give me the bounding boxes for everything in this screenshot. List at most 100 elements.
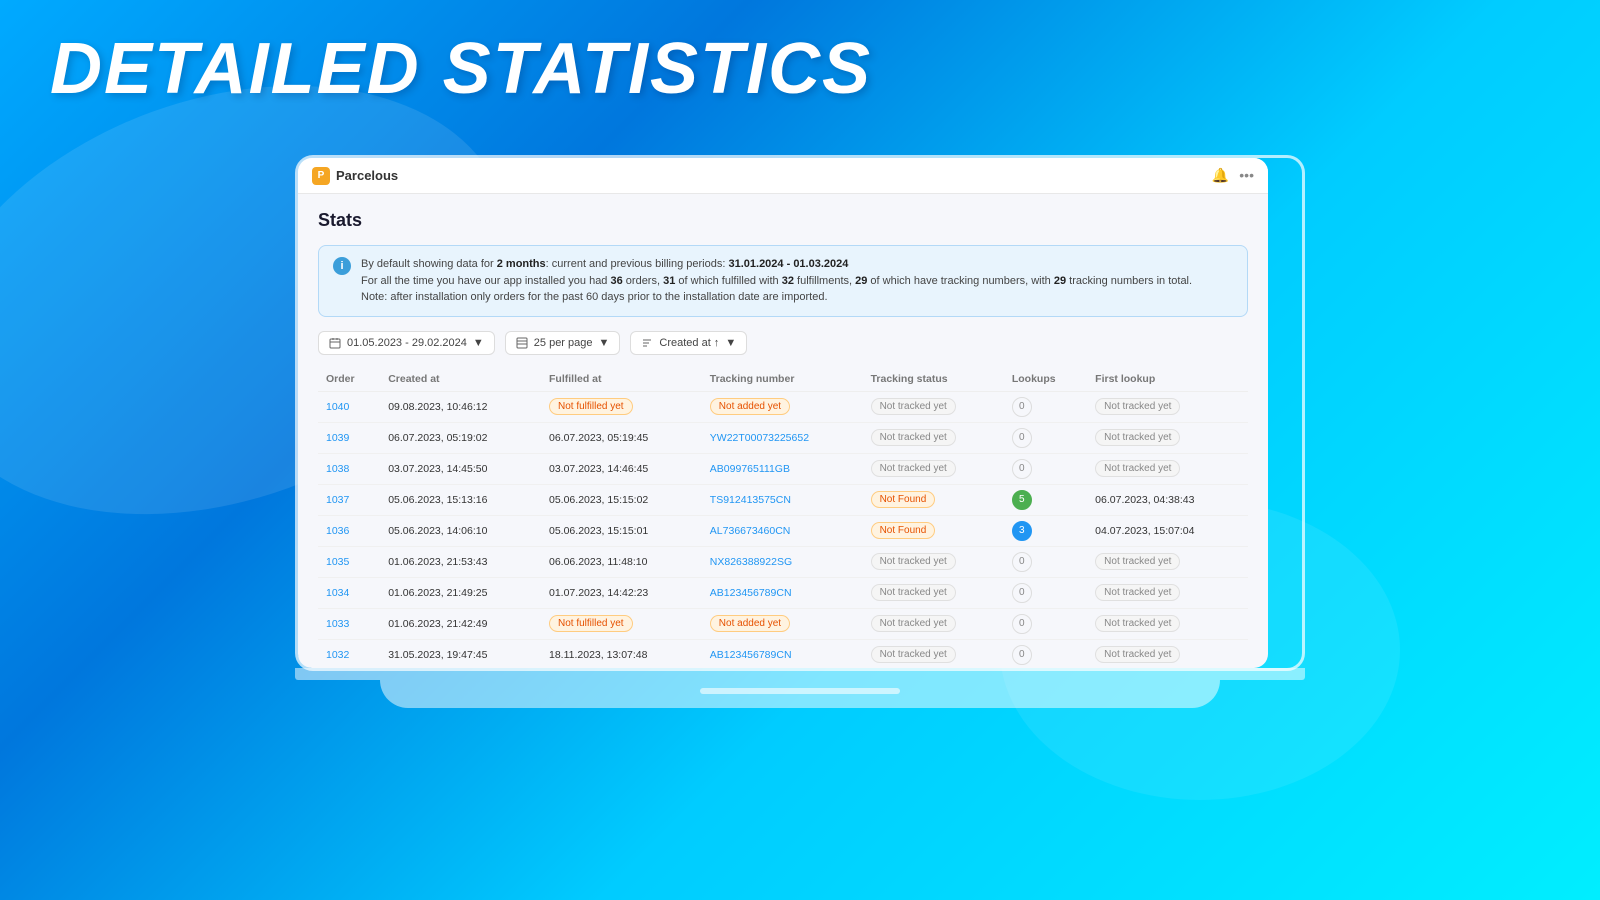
first-lookup-badge: Not tracked yet: [1095, 646, 1180, 663]
cell-tracking: YW22T00073225652: [702, 422, 863, 453]
order-link[interactable]: 1034: [326, 587, 349, 599]
cell-fulfilled: Not fulfilled yet: [541, 391, 702, 422]
cell-fulfilled: Not fulfilled yet: [541, 608, 702, 639]
cell-created: 05.06.2023, 15:13:16: [380, 484, 541, 515]
cell-tracking: AB099765111GB: [702, 453, 863, 484]
per-page-filter[interactable]: 25 per page ▼: [505, 331, 621, 355]
cell-order: 1040: [318, 391, 380, 422]
data-table: Order Created at Fulfilled at Tracking n…: [318, 367, 1248, 669]
order-link[interactable]: 1035: [326, 556, 349, 568]
cell-created: 03.07.2023, 14:45:50: [380, 453, 541, 484]
lookup-count: 0: [1012, 428, 1032, 448]
cell-lookups: 0: [1004, 546, 1087, 577]
bell-icon[interactable]: 🔔: [1212, 167, 1229, 184]
cell-order: 1032: [318, 639, 380, 668]
logo-icon: P: [312, 167, 330, 185]
order-link[interactable]: 1032: [326, 649, 349, 661]
cell-first-lookup: Not tracked yet: [1087, 608, 1248, 639]
lookup-count: 0: [1012, 397, 1032, 417]
fulfilled-badge: Not fulfilled yet: [549, 398, 633, 415]
table-row: 103906.07.2023, 05:19:0206.07.2023, 05:1…: [318, 422, 1248, 453]
order-link[interactable]: 1036: [326, 525, 349, 537]
page-title: DETAILED STATISTICS: [50, 28, 872, 110]
cell-order: 1038: [318, 453, 380, 484]
info-date-range: 31.01.2024 - 01.03.2024: [728, 258, 848, 270]
cell-status: Not tracked yet: [863, 422, 1004, 453]
cell-lookups: 0: [1004, 453, 1087, 484]
lookup-count: 0: [1012, 552, 1032, 572]
lookup-count: 0: [1012, 645, 1032, 665]
screen-frame: P Parcelous 🔔 ••• Stats i: [295, 155, 1305, 671]
cell-status: Not tracked yet: [863, 577, 1004, 608]
order-link[interactable]: 1038: [326, 463, 349, 475]
cell-first-lookup: Not tracked yet: [1087, 546, 1248, 577]
cell-first-lookup: Not tracked yet: [1087, 391, 1248, 422]
tracking-badge: Not added yet: [710, 615, 790, 632]
tracking-link[interactable]: AL736673460CN: [710, 525, 791, 537]
table-container[interactable]: Order Created at Fulfilled at Tracking n…: [318, 367, 1248, 669]
cell-status: Not Found: [863, 515, 1004, 546]
topbar-icons: 🔔 •••: [1212, 167, 1254, 184]
calendar-icon: [329, 337, 341, 349]
more-icon[interactable]: •••: [1239, 167, 1254, 184]
info-31: 31: [663, 275, 675, 287]
laptop-stand: [380, 680, 1220, 708]
cell-lookups: 0: [1004, 577, 1087, 608]
cell-tracking: AB123456789CN: [702, 577, 863, 608]
cell-status: Not tracked yet: [863, 546, 1004, 577]
info-2months: 2 months: [497, 258, 546, 270]
cell-tracking: Not added yet: [702, 608, 863, 639]
info-icon: i: [333, 257, 351, 275]
col-created: Created at: [380, 367, 541, 392]
sort-filter[interactable]: Created at ↑ ▼: [630, 331, 747, 355]
tracking-link[interactable]: AB099765111GB: [710, 463, 790, 475]
first-lookup-badge: Not tracked yet: [1095, 584, 1180, 601]
info-32: 32: [782, 275, 794, 287]
stats-page-title: Stats: [318, 210, 1248, 231]
order-link[interactable]: 1033: [326, 618, 349, 630]
info-line3: Note: after installation only orders for…: [361, 291, 828, 303]
first-lookup-badge: Not tracked yet: [1095, 429, 1180, 446]
table-row: 103401.06.2023, 21:49:2501.07.2023, 14:4…: [318, 577, 1248, 608]
cell-fulfilled: 03.07.2023, 14:46:45: [541, 453, 702, 484]
info-line2-prefix: For all the time you have our app instal…: [361, 275, 610, 287]
sort-value: Created at ↑: [659, 337, 719, 349]
cell-fulfilled: 05.06.2023, 15:15:01: [541, 515, 702, 546]
tracking-link[interactable]: YW22T00073225652: [710, 432, 809, 444]
cell-first-lookup: Not tracked yet: [1087, 639, 1248, 668]
lookup-count: 3: [1012, 521, 1032, 541]
order-link[interactable]: 1040: [326, 401, 349, 413]
app-container: P Parcelous 🔔 ••• Stats i: [298, 158, 1268, 668]
app-topbar: P Parcelous 🔔 •••: [298, 158, 1268, 194]
status-badge: Not tracked yet: [871, 460, 956, 477]
status-badge: Not tracked yet: [871, 615, 956, 632]
tracking-link[interactable]: NX826388922SG: [710, 556, 792, 568]
app-logo-text: Parcelous: [336, 168, 398, 183]
per-page-chevron: ▼: [599, 337, 610, 349]
cell-fulfilled: 06.06.2023, 11:48:10: [541, 546, 702, 577]
tracking-link[interactable]: TS912413575CN: [710, 494, 791, 506]
order-link[interactable]: 1037: [326, 494, 349, 506]
cell-created: 31.05.2023, 19:47:45: [380, 639, 541, 668]
info-banner-text: By default showing data for 2 months: cu…: [361, 256, 1192, 306]
cell-fulfilled: 05.06.2023, 15:15:02: [541, 484, 702, 515]
date-range-filter[interactable]: 01.05.2023 - 29.02.2024 ▼: [318, 331, 495, 355]
cell-fulfilled: 01.07.2023, 14:42:23: [541, 577, 702, 608]
status-badge: Not tracked yet: [871, 584, 956, 601]
lookup-count: 0: [1012, 583, 1032, 603]
tracking-link[interactable]: AB123456789CN: [710, 587, 792, 599]
status-badge: Not tracked yet: [871, 553, 956, 570]
cell-lookups: 3: [1004, 515, 1087, 546]
info-banner: i By default showing data for 2 months: …: [318, 245, 1248, 317]
tracking-link[interactable]: AB123456789CN: [710, 649, 792, 661]
col-tracking: Tracking number: [702, 367, 863, 392]
first-lookup-badge: Not tracked yet: [1095, 460, 1180, 477]
laptop-frame: P Parcelous 🔔 ••• Stats i: [295, 155, 1305, 708]
cell-status: Not tracked yet: [863, 608, 1004, 639]
table-row: 103501.06.2023, 21:53:4306.06.2023, 11:4…: [318, 546, 1248, 577]
cell-tracking: AL736673460CN: [702, 515, 863, 546]
cell-status: Not tracked yet: [863, 453, 1004, 484]
sort-icon: [641, 337, 653, 349]
order-link[interactable]: 1039: [326, 432, 349, 444]
status-badge: Not Found: [871, 522, 936, 539]
